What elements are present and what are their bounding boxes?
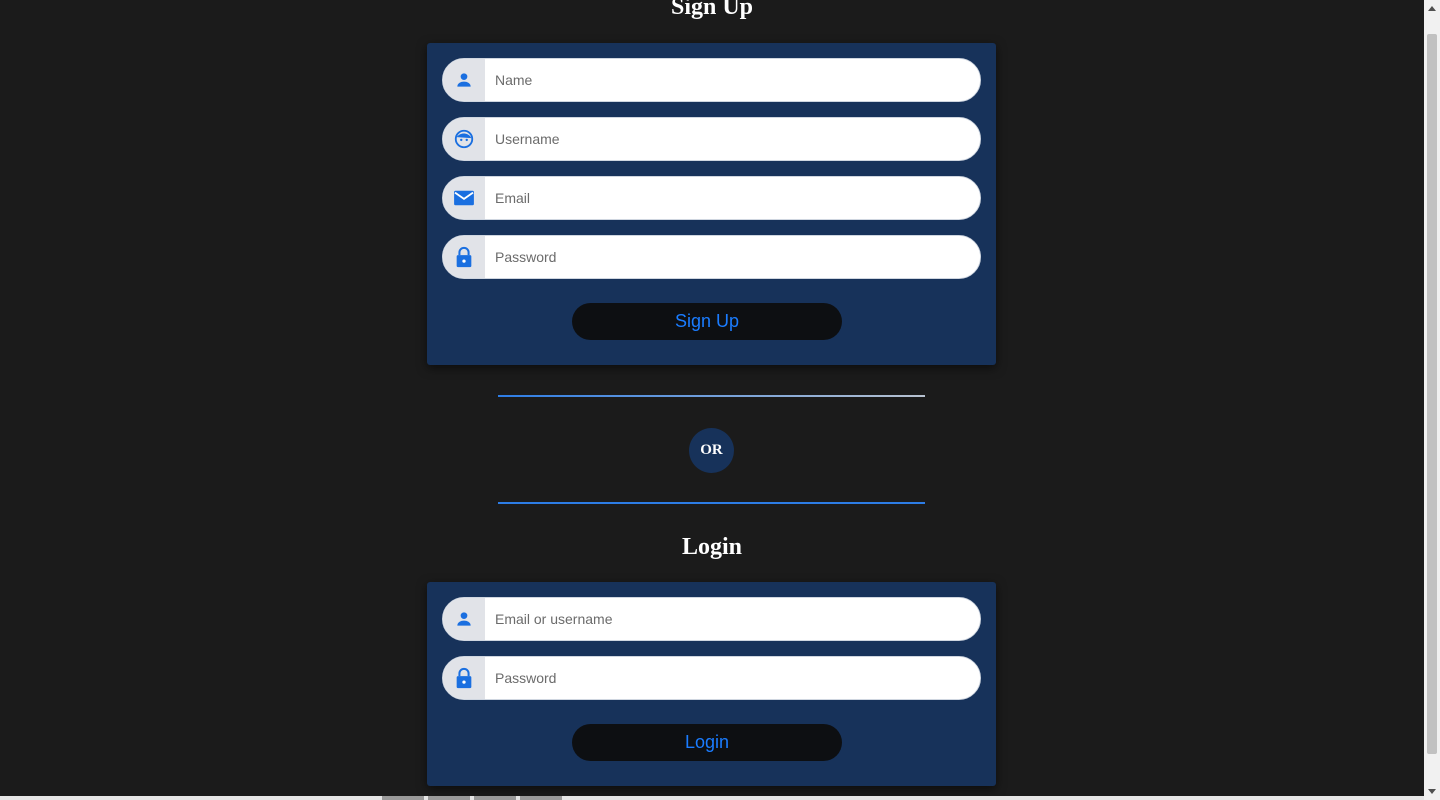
login-user-field <box>442 597 981 641</box>
taskbar-tab[interactable] <box>382 796 424 800</box>
login-password-input[interactable] <box>485 657 980 699</box>
login-card: Login <box>427 582 996 786</box>
taskbar-tab[interactable] <box>428 796 470 800</box>
signup-name-input[interactable] <box>485 59 980 101</box>
lock-icon <box>443 236 485 278</box>
lock-icon <box>443 657 485 699</box>
taskbar-tab[interactable] <box>520 796 562 800</box>
signup-username-input[interactable] <box>485 118 980 160</box>
signup-password-input[interactable] <box>485 236 980 278</box>
or-separator: OR <box>689 428 734 473</box>
login-user-input[interactable] <box>485 598 980 640</box>
divider-bottom <box>498 502 925 504</box>
signup-card: Sign Up <box>427 43 996 365</box>
login-button[interactable]: Login <box>572 724 842 761</box>
person-icon <box>443 59 485 101</box>
envelope-icon <box>443 177 485 219</box>
face-icon <box>443 118 485 160</box>
signup-password-field <box>442 235 981 279</box>
divider-top <box>498 395 925 397</box>
scrollbar-thumb[interactable] <box>1427 34 1437 754</box>
login-title: Login <box>681 534 743 560</box>
taskbar-strip <box>0 796 1424 800</box>
scroll-down-icon[interactable] <box>1428 789 1436 794</box>
signup-name-field <box>442 58 981 102</box>
signup-email-field <box>442 176 981 220</box>
vertical-scrollbar[interactable] <box>1424 0 1440 800</box>
signup-username-field <box>442 117 981 161</box>
signup-button[interactable]: Sign Up <box>572 303 842 340</box>
person-icon <box>443 598 485 640</box>
scroll-up-icon[interactable] <box>1428 6 1436 11</box>
login-password-field <box>442 656 981 700</box>
page: Sign Up Sign Up OR <box>0 0 1424 800</box>
signup-email-input[interactable] <box>485 177 980 219</box>
signup-title: Sign Up <box>670 0 754 20</box>
taskbar-tab[interactable] <box>474 796 516 800</box>
